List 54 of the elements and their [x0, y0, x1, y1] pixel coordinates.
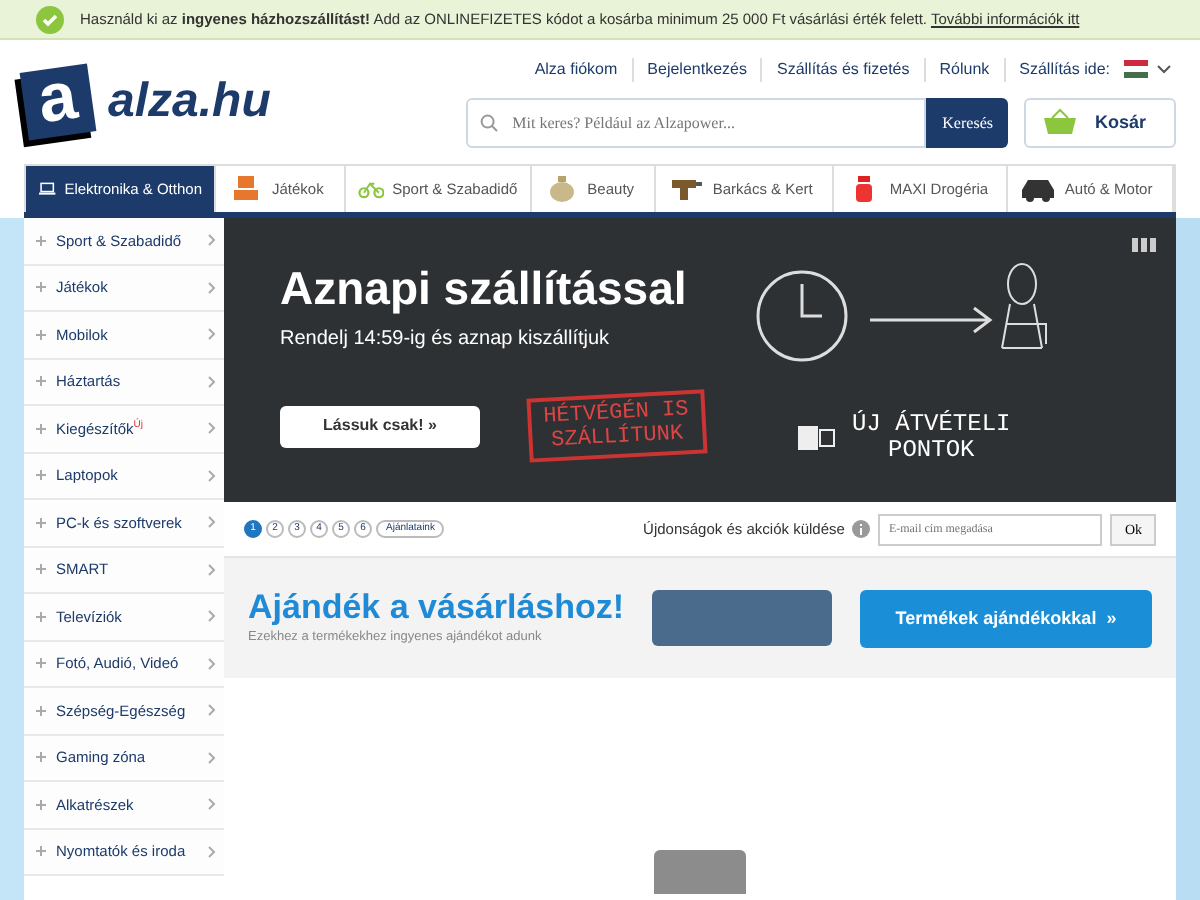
- chevron-right-icon: [208, 657, 216, 670]
- header-link[interactable]: Rólunk: [923, 57, 1004, 81]
- pickup-points-text: ÚJ ÁTVÉTELI PONTOK: [852, 412, 1011, 464]
- chevron-right-icon: [208, 516, 216, 529]
- plus-icon: [36, 235, 46, 246]
- loading-indicator: [654, 850, 746, 894]
- chevron-right-icon: [208, 375, 216, 388]
- grid-icon[interactable]: [1132, 238, 1156, 252]
- gift-products-button[interactable]: Termékek ajándékokkal »: [860, 589, 1152, 647]
- banner-subtitle: Rendelj 14:59-ig és aznap kiszállítjuk: [280, 326, 612, 354]
- cart-button[interactable]: Kosár: [1024, 97, 1176, 147]
- chevron-right-icon: [208, 328, 216, 341]
- chevron-right-icon: [208, 469, 216, 482]
- chevron-right-icon: [208, 798, 216, 811]
- header-link[interactable]: Szállítás és fizetés: [760, 57, 924, 81]
- banner-button[interactable]: Lássuk csak! »: [280, 405, 480, 447]
- logo-mark[interactable]: a: [19, 63, 97, 141]
- info-icon: [852, 520, 871, 538]
- plus-icon: [36, 329, 46, 340]
- chevron-right-icon: [208, 563, 216, 576]
- plus-icon: [36, 376, 46, 387]
- chevron-right-icon: [208, 281, 216, 294]
- plus-icon: [36, 564, 46, 575]
- search-button[interactable]: Keresés: [926, 97, 1009, 147]
- logo-text[interactable]: alza.hu: [108, 74, 271, 130]
- header-link[interactable]: Bejelentkezés: [631, 57, 761, 81]
- check-icon: [36, 5, 64, 33]
- banner-title: Aznapi szállítással: [280, 262, 689, 316]
- chevron-right-icon: [208, 610, 216, 623]
- chevron-right-icon: [208, 234, 216, 247]
- plus-icon: [36, 658, 46, 669]
- pickup-logo-icon: [796, 422, 837, 454]
- chevron-right-icon: [208, 704, 216, 717]
- search-icon: [480, 113, 499, 131]
- plus-icon: [36, 705, 46, 716]
- plus-icon: [36, 517, 46, 528]
- plus-icon: [36, 846, 46, 857]
- chevron-right-icon: [208, 751, 216, 764]
- plus-icon: [36, 282, 46, 293]
- search-field[interactable]: Mit keres? Például az Alzapower...: [466, 97, 927, 147]
- plus-icon: [36, 470, 46, 481]
- stamp-text: HÉTVÉGÉN IS SZÁLLÍTUNK: [526, 389, 707, 463]
- basket-icon: [1042, 108, 1079, 136]
- header-link[interactable]: Alza fiókom: [520, 57, 632, 81]
- chevron-right-icon: [208, 422, 216, 435]
- plus-icon: [36, 423, 46, 434]
- drill-icon: [668, 174, 705, 204]
- gift-title: Ajándék a vásárláshoz!: [248, 588, 625, 629]
- plus-icon: [36, 611, 46, 622]
- plus-icon: [36, 752, 46, 763]
- plus-icon: [36, 799, 46, 810]
- car-icon: [1020, 174, 1057, 204]
- flag-icon[interactable]: [1124, 60, 1148, 78]
- chevron-right-icon: [208, 845, 216, 858]
